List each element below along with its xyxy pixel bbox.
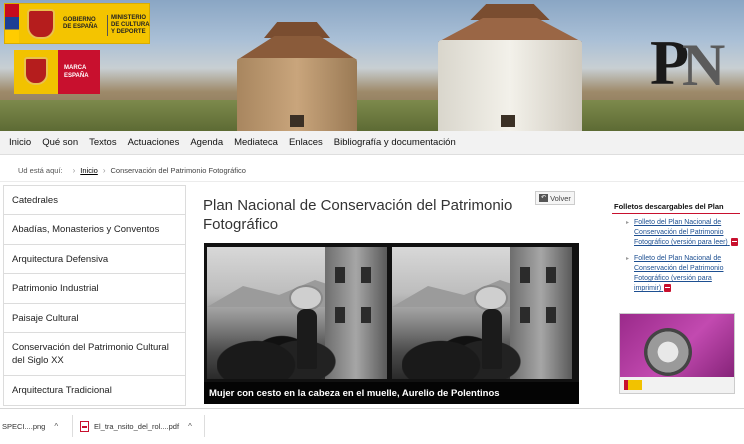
banner-ground bbox=[0, 100, 744, 131]
sidebar-item-catedrales[interactable]: Catedrales bbox=[3, 185, 186, 215]
pdf-icon bbox=[664, 284, 672, 293]
marca-logo-text: MARCA ESPAÑA bbox=[64, 65, 89, 79]
sidebar-item-arquitectura-defensiva[interactable]: Arquitectura Defensiva bbox=[3, 245, 186, 274]
download-item-png[interactable]: SPECI....png ^ bbox=[2, 417, 58, 435]
sidebar-item-arquitectura-tradicional[interactable]: Arquitectura Tradicional bbox=[3, 376, 186, 406]
breadcrumb-label: Ud está aquí: bbox=[18, 165, 63, 175]
main-navigation: Inicio Qué son Textos Actuaciones Agenda… bbox=[0, 131, 744, 155]
divider bbox=[0, 181, 744, 182]
nav-item-enlaces[interactable]: Enlaces bbox=[289, 137, 323, 148]
stereo-frame-right bbox=[392, 247, 572, 379]
back-arrow-icon: ↶ bbox=[539, 194, 549, 202]
brochure-list: ▸ Folleto del Plan Nacional de Conservac… bbox=[612, 218, 740, 294]
chevron-right-icon: › bbox=[102, 165, 106, 175]
nav-item-inicio[interactable]: Inicio bbox=[9, 137, 31, 148]
sidebar-item-abadias[interactable]: Abadías, Monasterios y Conventos bbox=[3, 215, 186, 245]
breadcrumb: Ud está aquí: › Inicio › Conservación de… bbox=[18, 163, 246, 177]
bullet-icon: ▸ bbox=[626, 256, 630, 262]
brochure-link-label: Folleto del Plan Nacional de Conservació… bbox=[634, 255, 724, 292]
download-filename: El_tra_nsito_del_rol....pdf bbox=[94, 421, 180, 431]
sidebar-item-siglo-xx[interactable]: Conservación del Patrimonio Cultural del… bbox=[3, 333, 186, 376]
plan-nacional-logo[interactable]: P N bbox=[646, 30, 730, 104]
divider bbox=[204, 415, 205, 437]
breadcrumb-home-link[interactable]: Inicio bbox=[80, 166, 98, 175]
breadcrumb-current: Conservación del Patrimonio Fotográfico bbox=[110, 165, 246, 175]
chevron-up-icon[interactable]: ^ bbox=[54, 422, 58, 431]
coat-of-arms-icon bbox=[24, 57, 48, 85]
nav-item-agenda[interactable]: Agenda bbox=[190, 137, 223, 148]
flag-icon bbox=[624, 380, 642, 390]
coat-of-arms-icon bbox=[27, 9, 55, 39]
brochure-link-label: Folleto del Plan Nacional de Conservació… bbox=[634, 219, 728, 246]
brochure-link-read[interactable]: ▸ Folleto del Plan Nacional de Conservac… bbox=[612, 218, 740, 248]
downloads-panel-title: Folletos descargables del Plan bbox=[612, 198, 740, 214]
page-title: Plan Nacional de Conservación del Patrim… bbox=[203, 197, 513, 233]
sidebar-item-paisaje-cultural[interactable]: Paisaje Cultural bbox=[3, 304, 186, 333]
pn-logo-n: N bbox=[682, 32, 726, 98]
bullet-icon: ▸ bbox=[626, 220, 630, 226]
nav-item-que-son[interactable]: Qué son bbox=[42, 137, 78, 148]
photo-caption: Mujer con cesto en la cabeza en el muell… bbox=[204, 382, 579, 404]
download-item-pdf[interactable]: El_tra_nsito_del_rol....pdf ^ bbox=[80, 417, 192, 435]
back-button[interactable]: ↶ Volver bbox=[535, 191, 575, 205]
download-filename: SPECI....png bbox=[2, 421, 46, 431]
flag-icon bbox=[5, 4, 19, 43]
ministry-logo-text: MINISTERIO DE CULTURA Y DEPORTE bbox=[107, 15, 151, 36]
download-bar: SPECI....png ^ El_tra_nsito_del_rol....p… bbox=[0, 408, 744, 444]
header-banner: GOBIERNO DE ESPAÑA MINISTERIO DE CULTURA… bbox=[0, 0, 744, 131]
stereo-photograph[interactable]: Mujer con cesto en la cabeza en el muell… bbox=[204, 243, 579, 404]
stereo-frame-left bbox=[207, 247, 387, 379]
sidebar-menu: Catedrales Abadías, Monasterios y Conven… bbox=[3, 185, 186, 406]
pdf-icon bbox=[730, 238, 738, 247]
nav-item-textos[interactable]: Textos bbox=[89, 137, 116, 148]
banner-dovecote-left bbox=[222, 22, 372, 131]
downloads-panel: Folletos descargables del Plan ▸ Folleto… bbox=[612, 198, 740, 300]
brochure-link-print[interactable]: ▸ Folleto del Plan Nacional de Conservac… bbox=[612, 254, 740, 294]
marca-espana-logo[interactable]: MARCA ESPAÑA bbox=[14, 50, 100, 94]
banner-dovecote-right bbox=[420, 4, 600, 131]
chevron-right-icon: › bbox=[72, 165, 76, 175]
nav-item-bibliografia[interactable]: Bibliografía y documentación bbox=[334, 137, 456, 148]
sidebar-item-patrimonio-industrial[interactable]: Patrimonio Industrial bbox=[3, 274, 186, 304]
page: GOBIERNO DE ESPAÑA MINISTERIO DE CULTURA… bbox=[0, 0, 744, 444]
camera-lens-icon bbox=[644, 328, 692, 376]
divider bbox=[72, 415, 73, 437]
nav-item-mediateca[interactable]: Mediateca bbox=[234, 137, 278, 148]
gobierno-logo[interactable]: GOBIERNO DE ESPAÑA MINISTERIO DE CULTURA… bbox=[4, 3, 150, 44]
pdf-file-icon bbox=[80, 420, 89, 432]
nav-item-actuaciones[interactable]: Actuaciones bbox=[128, 137, 180, 148]
brochure-cover-thumbnail[interactable] bbox=[619, 313, 735, 394]
gov-logo-text: GOBIERNO DE ESPAÑA bbox=[63, 17, 98, 30]
chevron-up-icon[interactable]: ^ bbox=[188, 422, 192, 431]
back-button-label: Volver bbox=[550, 193, 571, 203]
